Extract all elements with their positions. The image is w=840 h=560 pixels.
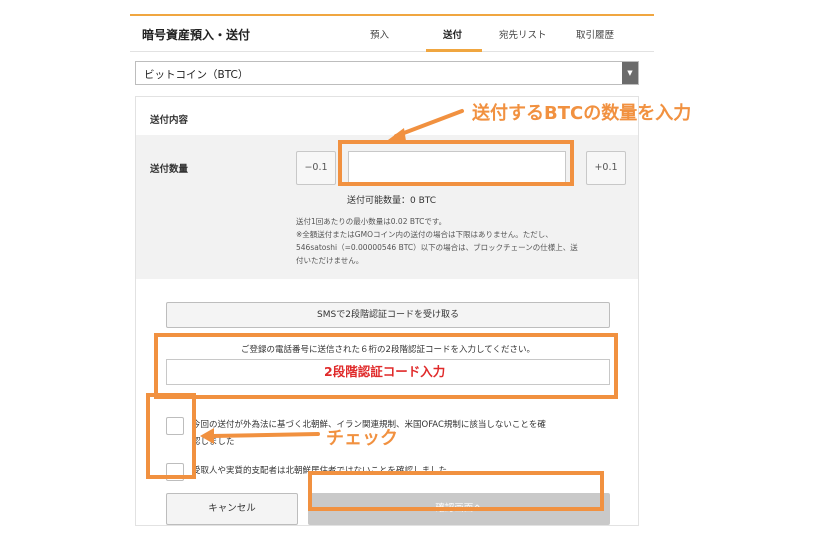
- amount-arrowhead-icon: [388, 128, 406, 141]
- annotation-arrows: [200, 109, 464, 444]
- check-annotation: チェック: [326, 428, 398, 449]
- check-arrow-icon: [210, 432, 320, 438]
- amount-arrow-icon: [394, 109, 464, 138]
- code-annotation: 2段階認証コード入力: [324, 364, 446, 379]
- check-arrowhead-icon: [200, 428, 214, 444]
- amount-annotation: 送付するBTCの数量を入力: [472, 103, 692, 124]
